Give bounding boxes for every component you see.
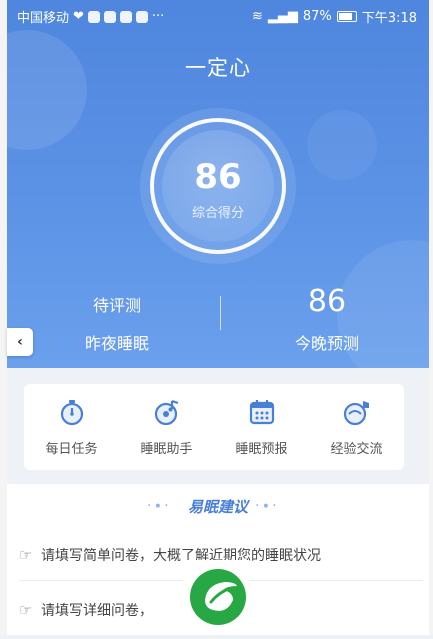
status-bar: 中国移动 ❤ ··· ≋ ▂▄▆ 87% 下午3:18 bbox=[7, 0, 429, 32]
decor-bubble bbox=[307, 110, 377, 180]
last-night-status[interactable]: 待评测 bbox=[67, 292, 167, 316]
tool-label: 经验交流 bbox=[330, 442, 383, 457]
leaf-logo-icon bbox=[190, 569, 246, 625]
advice-title: 易眠建议 bbox=[187, 498, 248, 516]
heart-icon: ❤ bbox=[73, 9, 84, 24]
cell-signal-icon: ▂▄▆ bbox=[267, 9, 298, 24]
tonight-forecast-label[interactable]: 今晚预测 bbox=[267, 330, 387, 354]
tool-sleep-assistant[interactable]: 睡眠助手 bbox=[119, 384, 214, 470]
tools-bar: 每日任务 睡眠助手 睡眠预报 经验交流 bbox=[24, 384, 404, 470]
screen-edge-right bbox=[429, 0, 433, 635]
app-icon bbox=[135, 10, 148, 23]
overall-score-value: 86 bbox=[194, 157, 242, 197]
section-gap bbox=[7, 368, 429, 382]
pointing-hand-icon: ☞ bbox=[19, 546, 33, 564]
advice-item-text: 请填写详细问卷， bbox=[41, 603, 153, 619]
score-ring[interactable]: 86 综合得分 bbox=[154, 122, 282, 250]
collapse-side-button[interactable]: ‹ bbox=[7, 328, 33, 356]
advice-item-text: 请填写简单问卷，大概了解近期您的睡眠状况 bbox=[41, 548, 321, 564]
carrier-label: 中国移动 bbox=[17, 11, 70, 26]
shield-icon bbox=[87, 10, 100, 23]
decor-bubble bbox=[7, 30, 87, 150]
tool-label: 睡眠助手 bbox=[140, 442, 193, 457]
tonight-forecast-value[interactable]: 86 bbox=[267, 284, 387, 319]
page-title: 一定心 bbox=[185, 56, 251, 80]
chevron-left-icon: ‹ bbox=[17, 334, 23, 350]
tool-experience-exchange[interactable]: 经验交流 bbox=[309, 384, 404, 470]
tool-sleep-forecast[interactable]: 睡眠预报 bbox=[214, 384, 309, 470]
screen-edge-left bbox=[0, 0, 7, 635]
more-notifications-icon: ··· bbox=[151, 9, 165, 24]
tool-label: 睡眠预报 bbox=[235, 442, 288, 457]
app-icon bbox=[119, 10, 132, 23]
last-night-label[interactable]: 昨夜睡眠 bbox=[57, 330, 177, 354]
chat-bubble-icon bbox=[343, 401, 369, 426]
app-icon bbox=[103, 10, 116, 23]
overall-score-label: 综合得分 bbox=[191, 206, 244, 221]
tool-daily-tasks[interactable]: 每日任务 bbox=[24, 384, 119, 470]
score-header: 中国移动 ❤ ··· ≋ ▂▄▆ 87% 下午3:18 一定心 86 综合得分 … bbox=[7, 0, 429, 368]
wifi-icon: ≋ bbox=[251, 9, 263, 24]
tool-label: 每日任务 bbox=[45, 442, 98, 457]
stopwatch-icon bbox=[60, 400, 84, 426]
battery-icon bbox=[336, 11, 357, 22]
stats-divider bbox=[220, 296, 221, 330]
brand-logo bbox=[183, 560, 249, 635]
calendar-icon bbox=[249, 400, 275, 425]
title-decoration: ·∙· bbox=[255, 498, 279, 514]
battery-percent: 87% bbox=[302, 9, 332, 24]
pointing-hand-icon: ☞ bbox=[19, 601, 33, 619]
clock: 下午3:18 bbox=[361, 11, 417, 26]
music-disc-icon bbox=[154, 399, 179, 426]
